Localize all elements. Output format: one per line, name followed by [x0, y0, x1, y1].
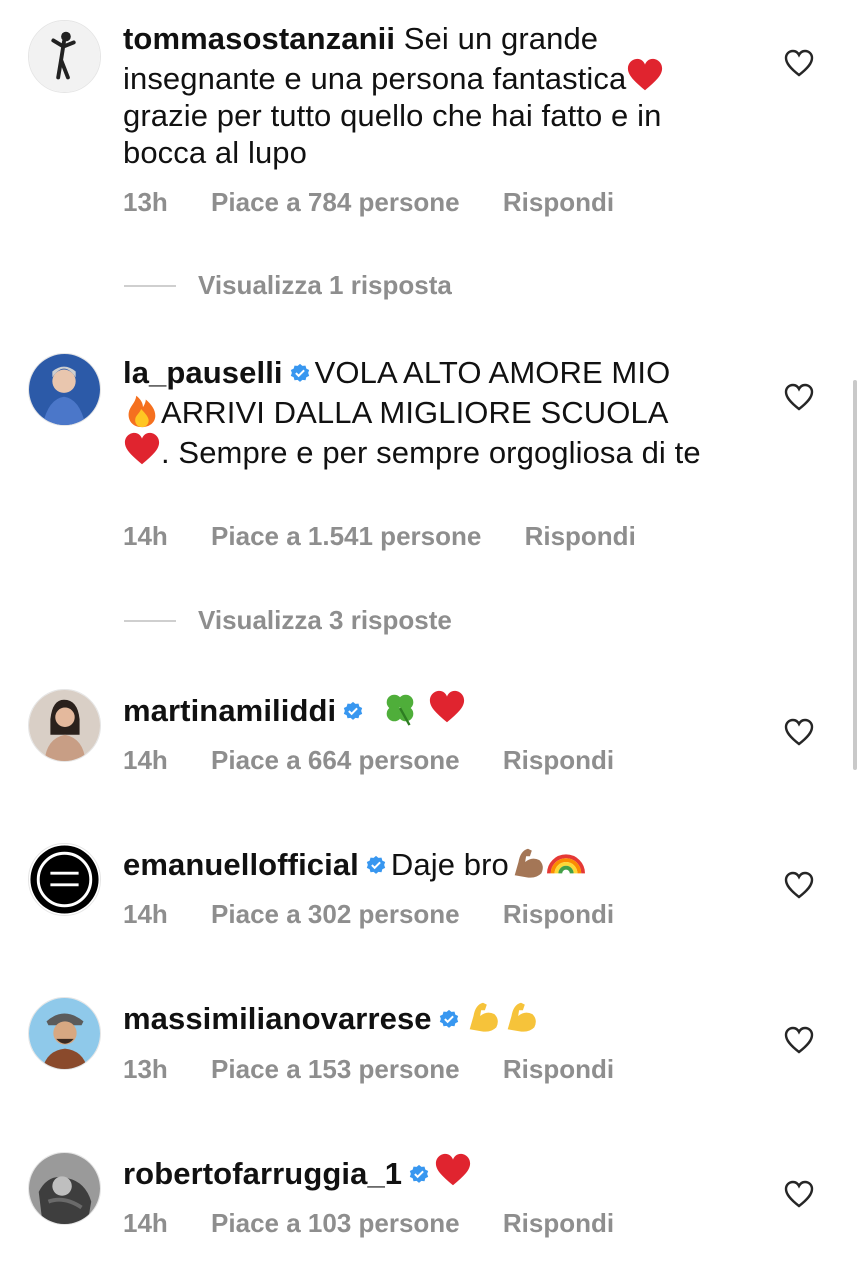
comment-body-end: . Sempre e per sempre orgogliosa di te	[161, 435, 701, 470]
likes-count[interactable]: Piace a 784 persone	[211, 187, 460, 217]
comment-body: Daje bro	[390, 847, 509, 882]
verified-badge-icon	[290, 363, 309, 382]
like-heart-icon[interactable]	[784, 1026, 814, 1054]
comment-text: emanuellofficial Daje bro	[123, 843, 723, 883]
verified-badge-icon	[439, 1009, 458, 1028]
view-replies-button[interactable]: Visualizza 3 risposte	[124, 605, 452, 636]
verified-badge-icon	[409, 1164, 429, 1183]
comment-body-continued: grazie per tutto quello che hai fatto e …	[123, 98, 662, 170]
likes-count[interactable]: Piace a 1.541 persone	[211, 521, 481, 551]
comment-time: 13h	[123, 187, 168, 217]
flexed-biceps-icon	[507, 1002, 536, 1032]
verified-badge-icon	[344, 701, 363, 720]
comment-meta: 14h Piace a 1.541 persone Rispondi	[123, 521, 672, 552]
comment-time: 13h	[123, 1054, 168, 1084]
comment-username[interactable]: robertofarruggia_1	[123, 1156, 402, 1191]
avatar[interactable]	[28, 1152, 101, 1225]
flexed-biceps-icon	[469, 1002, 498, 1032]
comment-text: massimilianovarrese	[123, 997, 723, 1037]
avatar[interactable]	[28, 20, 101, 93]
view-replies-button[interactable]: Visualizza 1 risposta	[124, 270, 452, 301]
person-silhouette-icon	[29, 21, 100, 92]
avatar[interactable]	[28, 353, 101, 426]
red-heart-icon	[124, 432, 160, 465]
like-heart-icon[interactable]	[784, 383, 814, 411]
reply-button[interactable]: Rispondi	[503, 1054, 614, 1084]
reply-button[interactable]: Rispondi	[525, 521, 636, 551]
comment-meta: 14h Piace a 664 persone Rispondi	[123, 745, 650, 776]
scrollbar[interactable]	[853, 380, 857, 770]
reply-button[interactable]: Rispondi	[503, 1208, 614, 1238]
comment-body: VOLA ALTO AMORE MIO	[314, 355, 671, 390]
view-replies-label: Visualizza 3 risposte	[198, 605, 452, 635]
like-heart-icon[interactable]	[784, 718, 814, 746]
comment-body-continued: ARRIVI DALLA MIGLIORE SCUOLA	[161, 395, 669, 430]
likes-count[interactable]: Piace a 103 persone	[211, 1208, 460, 1238]
comment-text: tommasostanzanii Sei un grande insegnant…	[123, 20, 723, 171]
person-photo-icon	[29, 690, 100, 761]
comment-username[interactable]: martinamiliddi	[123, 693, 336, 728]
likes-count[interactable]: Piace a 153 persone	[211, 1054, 460, 1084]
likes-count[interactable]: Piace a 302 persone	[211, 899, 460, 929]
comment-meta: 13h Piace a 153 persone Rispondi	[123, 1054, 650, 1085]
comment-username[interactable]: tommasostanzanii	[123, 21, 395, 56]
comment-text: robertofarruggia_1	[123, 1152, 723, 1192]
reply-button[interactable]: Rispondi	[503, 745, 614, 775]
comment-text: la_pauselli VOLA ALTO AMORE MIO ARRIVI DA…	[123, 354, 723, 471]
red-heart-icon	[429, 690, 464, 723]
avatar[interactable]	[28, 843, 101, 916]
avatar[interactable]	[28, 997, 101, 1070]
person-photo-icon	[29, 354, 100, 425]
person-photo-icon	[29, 1153, 100, 1224]
comment-time: 14h	[123, 1208, 168, 1238]
person-photo-icon	[29, 998, 100, 1069]
red-heart-icon	[436, 1153, 471, 1186]
reply-button[interactable]: Rispondi	[503, 899, 614, 929]
avatar[interactable]	[28, 689, 101, 762]
like-heart-icon[interactable]	[784, 1180, 814, 1208]
rainbow-icon	[546, 854, 585, 874]
verified-badge-icon	[366, 855, 386, 874]
comment-time: 14h	[123, 745, 168, 775]
like-heart-icon[interactable]	[784, 49, 814, 77]
comment-time: 14h	[123, 521, 168, 551]
flexed-biceps-icon	[514, 848, 543, 878]
four-leaf-clover-icon	[386, 694, 414, 726]
reply-button[interactable]: Rispondi	[503, 187, 614, 217]
view-replies-label: Visualizza 1 risposta	[198, 270, 452, 300]
comment-text: martinamiliddi	[123, 689, 723, 729]
red-heart-icon	[628, 58, 663, 91]
fire-icon	[128, 395, 156, 428]
circle-logo-icon	[29, 844, 100, 915]
comment-username[interactable]: emanuellofficial	[123, 847, 359, 882]
divider	[124, 619, 176, 622]
like-heart-icon[interactable]	[784, 871, 814, 899]
comment-meta: 14h Piace a 302 persone Rispondi	[123, 899, 650, 930]
comment-meta: 13h Piace a 784 persone Rispondi	[123, 187, 650, 218]
divider	[124, 284, 176, 287]
comment-meta: 14h Piace a 103 persone Rispondi	[123, 1208, 650, 1239]
comment-username[interactable]: massimilianovarrese	[123, 1001, 432, 1036]
comment-username[interactable]: la_pauselli	[123, 355, 283, 390]
comment-time: 14h	[123, 899, 168, 929]
likes-count[interactable]: Piace a 664 persone	[211, 745, 460, 775]
